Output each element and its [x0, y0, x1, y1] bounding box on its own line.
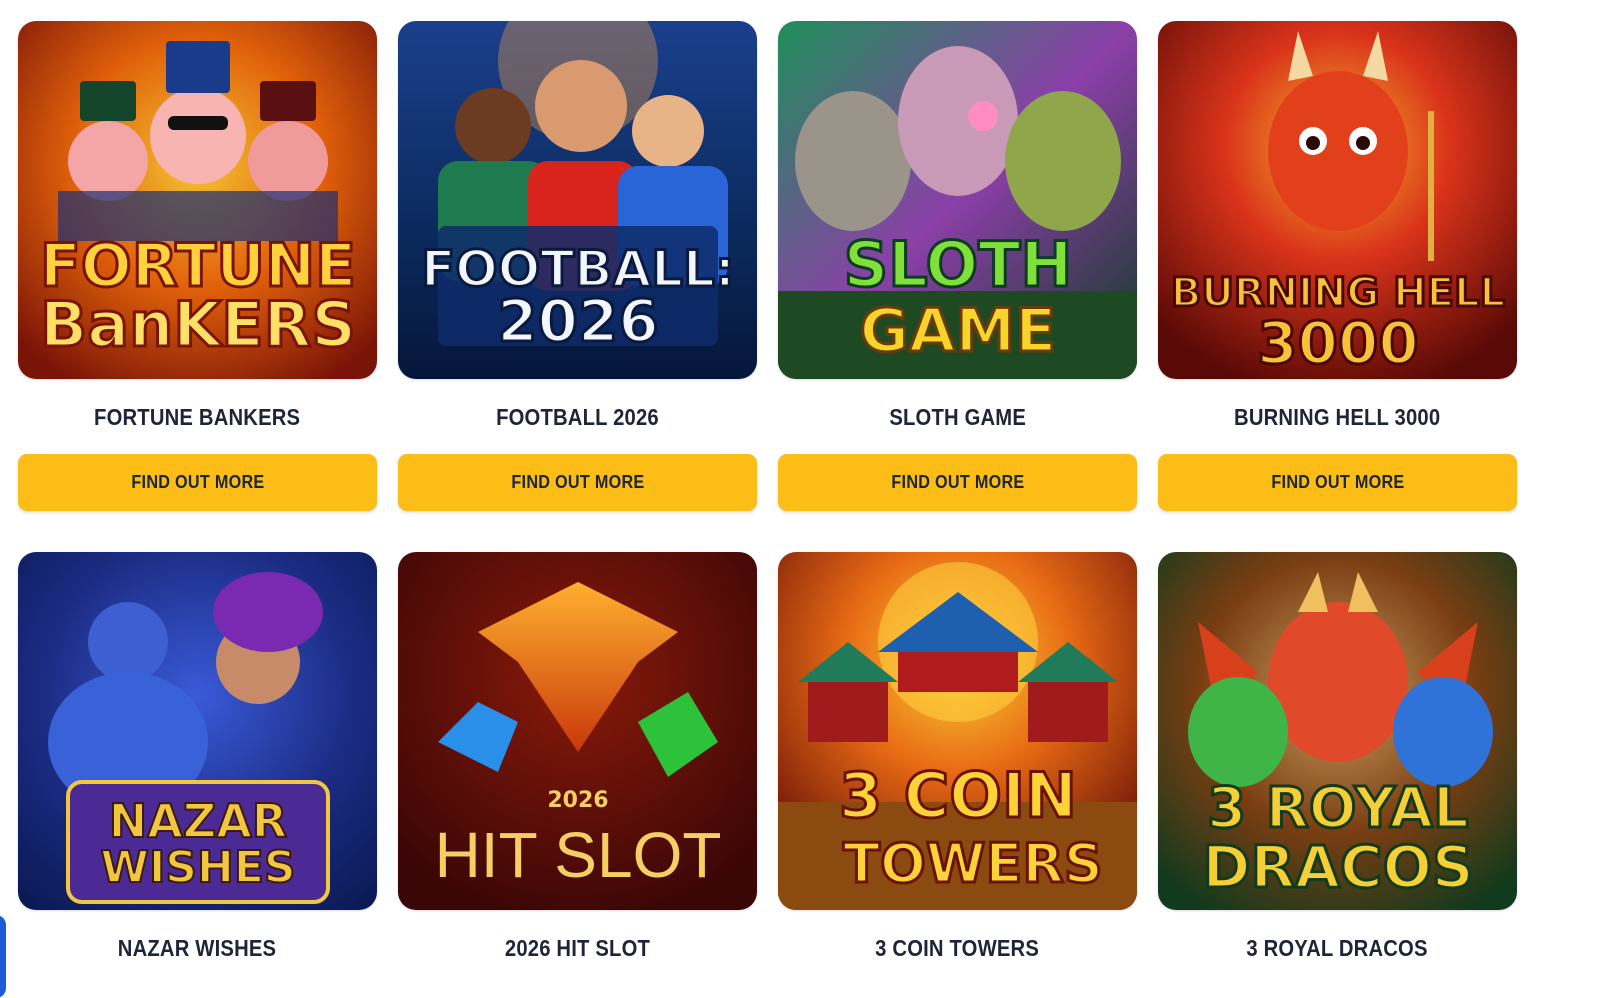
game-art: FORTUNE BanKERS — [18, 21, 377, 379]
game-title: SLOTH GAME — [889, 404, 1026, 430]
games-page: FORTUNE BanKERS FORTUNE BANKERS FIND OUT… — [0, 0, 1600, 998]
game-card-2026-hit-slot: 2026 HIT SLOT 2026 HIT SLOT — [398, 552, 757, 998]
art-title-line2: DRACOS — [1202, 833, 1473, 901]
art-title-line2: 3000 — [1257, 309, 1418, 377]
game-art: BURNING HELL 3000 — [1158, 21, 1517, 379]
game-thumbnail[interactable]: BURNING HELL 3000 — [1158, 21, 1517, 379]
game-card-burning-hell-3000: BURNING HELL 3000 BURNING HELL 3000 FIND… — [1158, 21, 1517, 552]
game-title: FORTUNE BANKERS — [94, 404, 301, 430]
art-title-line1: 2026 — [547, 788, 608, 813]
game-thumbnail[interactable]: SLOTH GAME — [778, 21, 1137, 379]
game-title: BURNING HELL 3000 — [1234, 404, 1441, 430]
game-art: 2026 HIT SLOT — [398, 552, 757, 910]
art-title-line1: SLOTH — [844, 228, 1073, 301]
game-thumbnail[interactable]: NAZAR WISHES — [18, 552, 377, 910]
game-card-nazar-wishes: NAZAR WISHES NAZAR WISHES — [18, 552, 377, 998]
art-title-line2: 2026 — [497, 287, 658, 355]
side-tab[interactable] — [0, 915, 6, 998]
art-title-line2: TOWERS — [843, 832, 1103, 895]
art-title-line2: GAME — [860, 296, 1056, 366]
game-thumbnail[interactable]: FORTUNE BanKERS — [18, 21, 377, 379]
game-title: 2026 HIT SLOT — [504, 935, 651, 961]
game-title: 3 ROYAL DRACOS — [1246, 935, 1429, 961]
art-title-line1: 3 ROYAL — [1207, 776, 1468, 841]
game-thumbnail[interactable]: FOOTBALL: 2026 — [398, 21, 757, 379]
find-out-more-button[interactable]: FIND OUT MORE — [398, 454, 757, 511]
find-out-more-button[interactable]: FIND OUT MORE — [1158, 454, 1517, 511]
game-art: FOOTBALL: 2026 — [398, 21, 757, 379]
game-thumbnail[interactable]: 2026 HIT SLOT — [398, 552, 757, 910]
art-title-line1: 3 COIN — [839, 759, 1077, 832]
find-out-more-button[interactable]: FIND OUT MORE — [778, 454, 1137, 511]
game-card-3-royal-dracos: 3 ROYAL DRACOS 3 ROYAL DRACOS — [1158, 552, 1517, 998]
game-title: 3 COIN TOWERS — [875, 935, 1040, 961]
game-thumbnail[interactable]: 3 ROYAL DRACOS — [1158, 552, 1517, 910]
game-thumbnail[interactable]: 3 COIN TOWERS — [778, 552, 1137, 910]
game-card-fortune-bankers: FORTUNE BanKERS FORTUNE BANKERS FIND OUT… — [18, 21, 377, 552]
art-title-line2: BanKERS — [40, 288, 356, 361]
find-out-more-button[interactable]: FIND OUT MORE — [18, 454, 377, 511]
game-title: FOOTBALL 2026 — [496, 404, 659, 430]
game-card-sloth-game: SLOTH GAME SLOTH GAME FIND OUT MORE — [778, 21, 1137, 552]
art-title-line1: NAZAR — [109, 794, 287, 848]
game-art: 3 ROYAL DRACOS — [1158, 552, 1517, 910]
art-title-line2: WISHES — [100, 842, 295, 893]
game-card-3-coin-towers: 3 COIN TOWERS 3 COIN TOWERS — [778, 552, 1137, 998]
game-art: 3 COIN TOWERS — [778, 552, 1137, 910]
art-title-line2: HIT SLOT — [435, 819, 722, 891]
games-grid: FORTUNE BanKERS FORTUNE BANKERS FIND OUT… — [18, 21, 1517, 998]
game-art: SLOTH GAME — [778, 21, 1137, 379]
game-title: NAZAR WISHES — [118, 935, 277, 961]
game-art: NAZAR WISHES — [18, 552, 377, 910]
game-card-football-2026: FOOTBALL: 2026 FOOTBALL 2026 FIND OUT MO… — [398, 21, 757, 552]
